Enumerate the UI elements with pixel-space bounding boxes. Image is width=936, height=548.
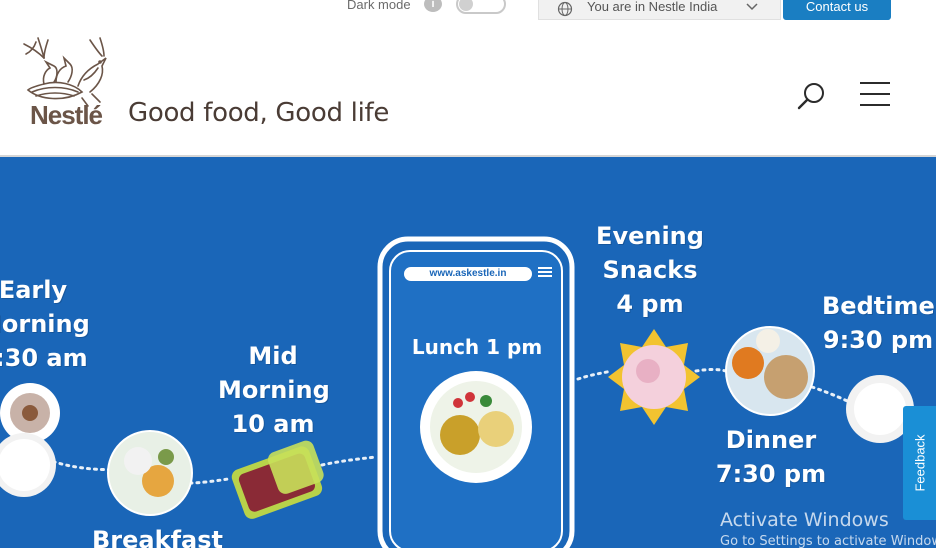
- brand-wordmark: Nestlé: [30, 100, 103, 128]
- contact-us-button[interactable]: Contact us: [783, 0, 891, 20]
- utility-bar: Dark mode i You are in Nestle India Cont…: [0, 0, 936, 20]
- nestle-logo[interactable]: Nestlé: [20, 34, 112, 128]
- dark-mode-toggle[interactable]: [456, 0, 506, 14]
- chevron-down-icon: [746, 3, 758, 11]
- toggle-knob: [459, 0, 473, 11]
- menu-line: [860, 104, 890, 106]
- meal-timeline-banner[interactable]: www.askestle.in Lunch 1 pm Early Morning…: [0, 157, 936, 548]
- menu-line: [860, 93, 890, 95]
- meal-label-evening-snacks: Evening Snacks 4 pm: [596, 222, 704, 318]
- country-selector[interactable]: You are in Nestle India: [538, 0, 781, 20]
- tagline: Good food, Good life: [128, 98, 390, 128]
- menu-line: [860, 82, 890, 84]
- dark-mode-label: Dark mode: [347, 0, 411, 12]
- globe-icon: [557, 1, 573, 17]
- page: Dark mode i You are in Nestle India Cont…: [0, 0, 936, 548]
- search-icon[interactable]: [796, 80, 828, 112]
- activate-windows-subtitle: Go to Settings to activate Windows.: [720, 534, 936, 548]
- feedback-tab[interactable]: Feedback: [903, 406, 936, 520]
- info-icon[interactable]: i: [424, 0, 442, 12]
- hamburger-menu-icon[interactable]: [860, 82, 890, 106]
- meal-label-lunch: Lunch 1 pm: [411, 335, 543, 359]
- meal-label-bedtime: Bedtime 9:30 pm: [822, 292, 935, 354]
- fruit-box: [231, 440, 324, 519]
- meal-label-early-morning: Early Morning 6:30 am: [0, 276, 90, 372]
- meal-label-mid-morning: Mid Morning 10 am: [218, 342, 330, 438]
- meal-label-dinner: Dinner 7:30 pm: [715, 426, 827, 488]
- phone-url-bar: www.askestle.in: [404, 267, 532, 281]
- country-label: You are in Nestle India: [587, 0, 718, 14]
- meal-label-breakfast: Breakfast: [92, 526, 223, 548]
- feedback-label: Feedback: [912, 434, 927, 492]
- activate-windows-title: Activate Windows: [720, 509, 889, 531]
